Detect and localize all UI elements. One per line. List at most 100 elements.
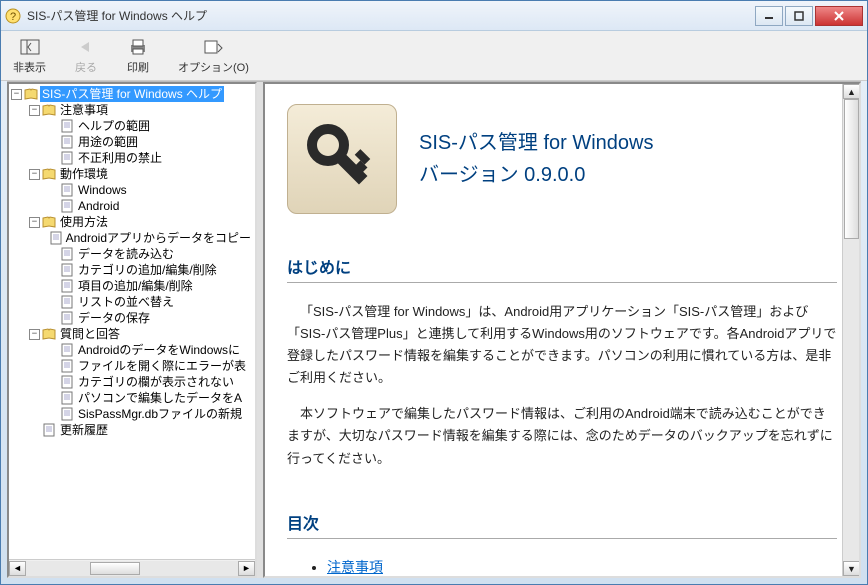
tree-section[interactable]: 更新履歴 bbox=[29, 422, 253, 438]
tree-item-label[interactable]: リストの並べ替え bbox=[76, 294, 176, 310]
expander-icon[interactable]: − bbox=[11, 89, 22, 100]
hide-icon bbox=[18, 37, 42, 57]
print-button[interactable]: 印刷 bbox=[120, 35, 156, 77]
tree-root[interactable]: − SIS-パス管理 for Windows ヘルプ bbox=[11, 86, 253, 102]
expander-icon bbox=[47, 121, 58, 132]
tree-item[interactable]: ファイルを開く際にエラーが表 bbox=[47, 358, 253, 374]
expander-icon bbox=[47, 201, 58, 212]
tree-group-4: AndroidのデータをWindowsにファイルを開く際にエラーが表カテゴリの欄… bbox=[29, 342, 253, 422]
tree-item-label[interactable]: ファイルを開く際にエラーが表 bbox=[76, 358, 248, 374]
back-icon bbox=[74, 37, 98, 57]
intro-heading: はじめに bbox=[287, 254, 837, 283]
scroll-down-button[interactable]: ▼ bbox=[843, 561, 860, 576]
titlebar: ? SIS-パス管理 for Windows ヘルプ bbox=[1, 1, 867, 31]
tree-item[interactable]: パソコンで編集したデータをA bbox=[47, 390, 253, 406]
tree-item-label[interactable]: Windows bbox=[76, 182, 129, 198]
tree-section[interactable]: −使用方法 bbox=[29, 214, 253, 230]
tree-item-label[interactable]: Androidアプリからデータをコピー bbox=[64, 230, 253, 246]
tree-item-label[interactable]: 不正利用の禁止 bbox=[76, 150, 164, 166]
expander-icon bbox=[47, 233, 48, 244]
tree-item[interactable]: Windows bbox=[47, 182, 253, 198]
tree-item-label[interactable]: Android bbox=[76, 198, 121, 214]
tree-item-label[interactable]: 用途の範囲 bbox=[76, 134, 140, 150]
close-button[interactable] bbox=[815, 6, 863, 26]
tree-item-label[interactable]: ヘルプの範囲 bbox=[76, 118, 152, 134]
minimize-button[interactable] bbox=[755, 6, 783, 26]
window-title: SIS-パス管理 for Windows ヘルプ bbox=[27, 7, 755, 24]
tree-item-label[interactable]: パソコンで編集したデータをA bbox=[76, 390, 244, 406]
expander-icon bbox=[47, 313, 58, 324]
tree-pane: − SIS-パス管理 for Windows ヘルプ −注意事項 ヘルプの範囲用… bbox=[7, 82, 257, 578]
expander-icon bbox=[47, 345, 58, 356]
tree-item[interactable]: SisPassMgr.dbファイルの新規 bbox=[47, 406, 253, 422]
scroll-track[interactable] bbox=[843, 99, 859, 561]
tree-item-label[interactable]: AndroidのデータをWindowsに bbox=[76, 342, 242, 358]
expander-icon[interactable]: − bbox=[29, 105, 40, 116]
tree-root-label[interactable]: SIS-パス管理 for Windows ヘルプ bbox=[40, 86, 224, 102]
expander-icon[interactable]: − bbox=[29, 169, 40, 180]
tree-item[interactable]: AndroidのデータをWindowsに bbox=[47, 342, 253, 358]
tree-item-label[interactable]: データの保存 bbox=[76, 310, 152, 326]
hide-button[interactable]: 非表示 bbox=[7, 35, 52, 77]
tree-item[interactable]: カテゴリの追加/編集/削除 bbox=[47, 262, 253, 278]
page-icon bbox=[42, 423, 56, 437]
tree-item[interactable]: Android bbox=[47, 198, 253, 214]
tree-item[interactable]: データの保存 bbox=[47, 310, 253, 326]
tree-item-label[interactable]: データを読み込む bbox=[76, 246, 176, 262]
scroll-thumb[interactable] bbox=[90, 562, 140, 575]
page-icon bbox=[60, 407, 74, 421]
page-icon bbox=[60, 311, 74, 325]
scroll-up-button[interactable]: ▲ bbox=[843, 84, 860, 99]
book-open-icon bbox=[42, 327, 56, 341]
tree-section[interactable]: −動作環境 bbox=[29, 166, 253, 182]
body-area: − SIS-パス管理 for Windows ヘルプ −注意事項 ヘルプの範囲用… bbox=[7, 81, 861, 578]
vertical-scrollbar[interactable]: ▲ ▼ bbox=[842, 84, 859, 576]
window-controls bbox=[755, 6, 863, 26]
app-icon: ? bbox=[5, 8, 21, 24]
expander-icon bbox=[47, 249, 58, 260]
content-pane[interactable]: SIS-パス管理 for Windows バージョン 0.9.0.0 はじめに … bbox=[263, 82, 861, 578]
tree-section[interactable]: −注意事項 bbox=[29, 102, 253, 118]
page-icon bbox=[60, 135, 74, 149]
tree-item[interactable]: カテゴリの欄が表示されない bbox=[47, 374, 253, 390]
book-open-icon bbox=[42, 167, 56, 181]
expander-icon[interactable]: − bbox=[29, 217, 40, 228]
tree-item-label[interactable]: SisPassMgr.dbファイルの新規 bbox=[76, 406, 244, 422]
tree-item[interactable]: データを読み込む bbox=[47, 246, 253, 262]
horizontal-scrollbar[interactable]: ◄ ► bbox=[9, 559, 255, 576]
tree-item-label[interactable]: カテゴリの追加/編集/削除 bbox=[76, 262, 219, 278]
page-icon bbox=[60, 375, 74, 389]
tree-item[interactable]: 項目の追加/編集/削除 bbox=[47, 278, 253, 294]
back-label: 戻る bbox=[75, 59, 97, 75]
tree-section[interactable]: −質問と回答 bbox=[29, 326, 253, 342]
content-title-2: バージョン 0.9.0.0 bbox=[419, 159, 653, 191]
tree-item-label[interactable]: カテゴリの欄が表示されない bbox=[76, 374, 236, 390]
tree-item-label[interactable]: 項目の追加/編集/削除 bbox=[76, 278, 195, 294]
tree-item[interactable]: 用途の範囲 bbox=[47, 134, 253, 150]
scroll-left-button[interactable]: ◄ bbox=[9, 561, 26, 576]
toc-link[interactable]: 注意事項 bbox=[327, 559, 383, 575]
scroll-right-button[interactable]: ► bbox=[238, 561, 255, 576]
expander-icon bbox=[47, 185, 58, 196]
tree-item[interactable]: Androidアプリからデータをコピー bbox=[47, 230, 253, 246]
tree-item[interactable]: 不正利用の禁止 bbox=[47, 150, 253, 166]
maximize-button[interactable] bbox=[785, 6, 813, 26]
tree-item[interactable]: リストの並べ替え bbox=[47, 294, 253, 310]
help-tree[interactable]: − SIS-パス管理 for Windows ヘルプ −注意事項 ヘルプの範囲用… bbox=[9, 84, 255, 559]
toc-list: 注意事項 動作環境 bbox=[287, 557, 837, 578]
page-icon bbox=[60, 199, 74, 213]
tree-group-2: WindowsAndroid bbox=[29, 182, 253, 214]
page-icon bbox=[60, 183, 74, 197]
options-button[interactable]: オプション(O) bbox=[172, 35, 255, 77]
options-label: オプション(O) bbox=[178, 59, 249, 75]
print-label: 印刷 bbox=[127, 59, 149, 75]
content-header: SIS-パス管理 for Windows バージョン 0.9.0.0 bbox=[287, 104, 837, 214]
scroll-thumb[interactable] bbox=[844, 99, 859, 239]
toc-sub[interactable]: 動作環境 bbox=[327, 577, 837, 578]
tree-item[interactable]: ヘルプの範囲 bbox=[47, 118, 253, 134]
page-icon bbox=[60, 119, 74, 133]
book-open-icon bbox=[42, 215, 56, 229]
scroll-track[interactable] bbox=[26, 561, 238, 576]
key-app-icon bbox=[287, 104, 397, 214]
expander-icon[interactable]: − bbox=[29, 329, 40, 340]
